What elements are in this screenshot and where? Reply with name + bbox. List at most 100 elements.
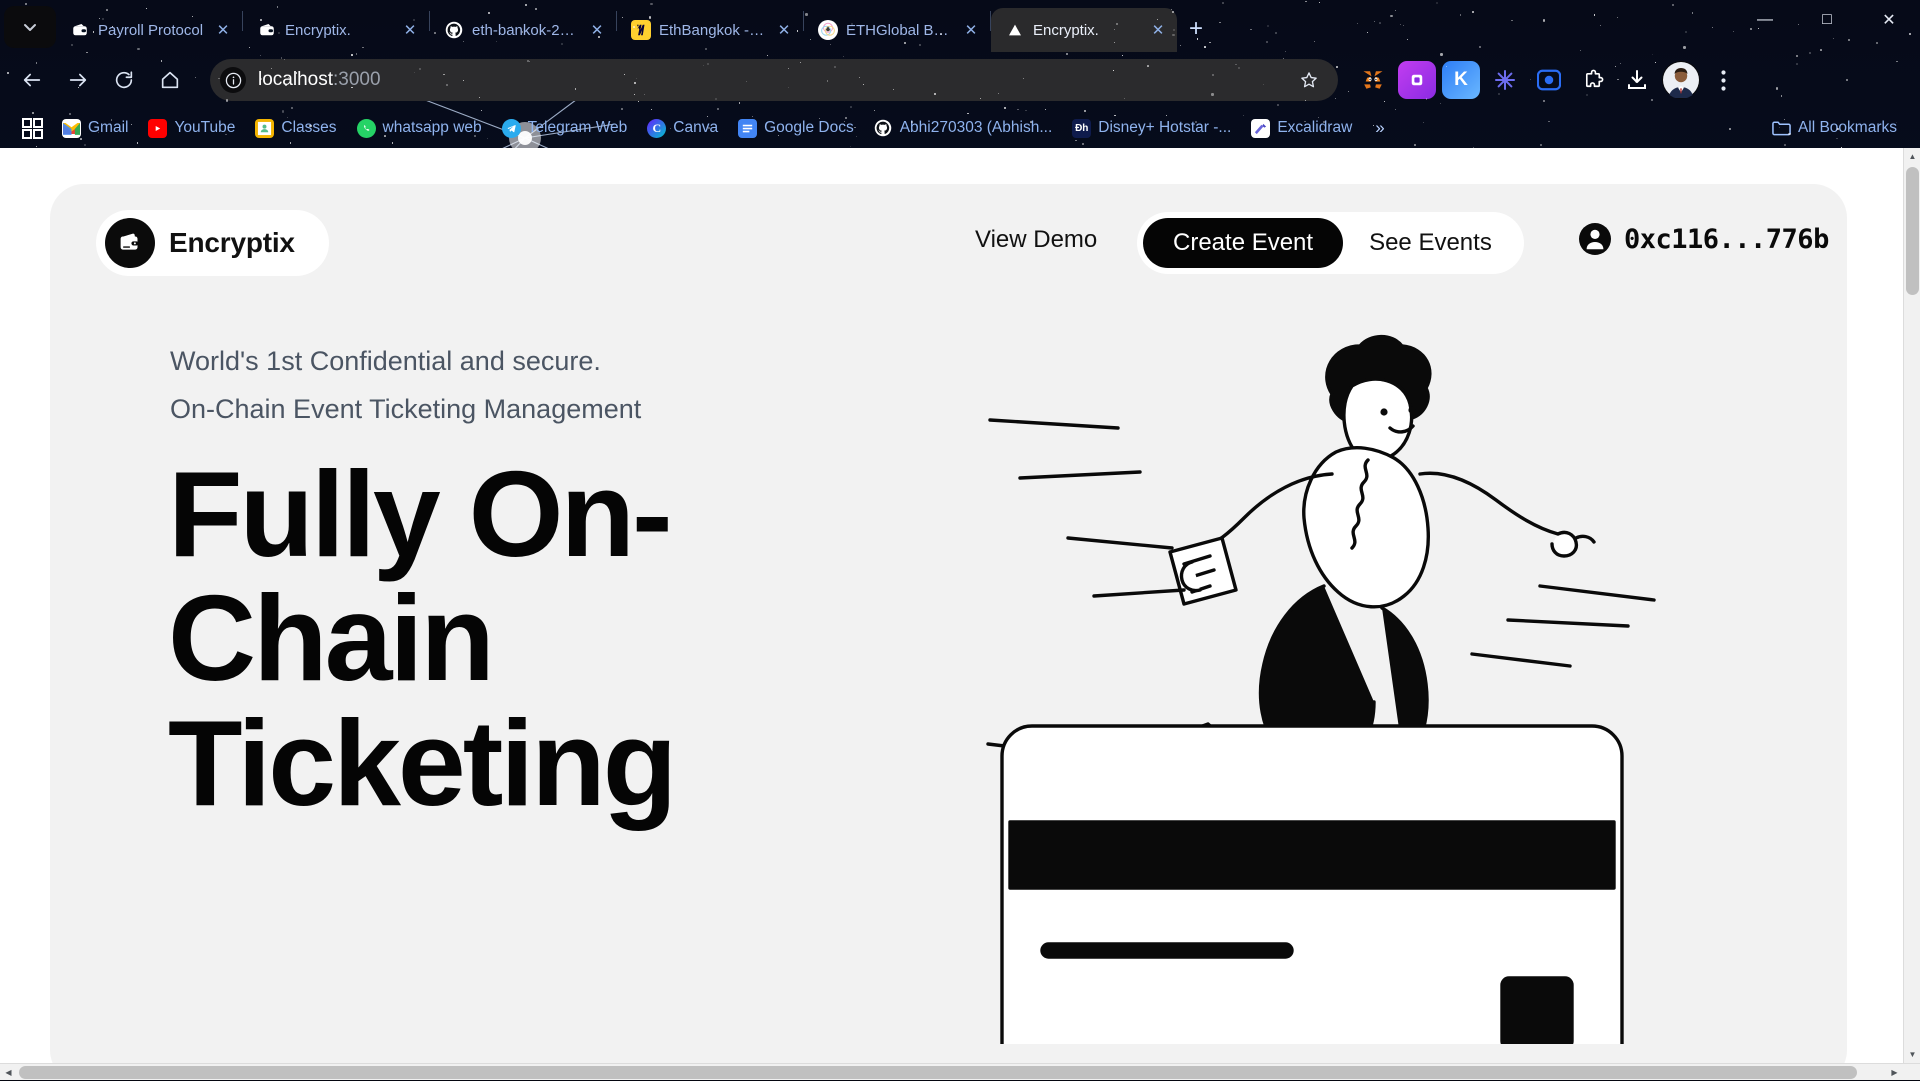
window-minimize-button[interactable]: — xyxy=(1734,0,1796,40)
url-text[interactable]: localhost:3000 xyxy=(258,69,1282,91)
tab-title: EthBangkok - Miro xyxy=(659,22,765,39)
tab-title: eth-bankok-2024 xyxy=(472,22,578,39)
apps-grid-icon xyxy=(22,118,43,139)
site-header: Encryptix View Demo Create Event See Eve… xyxy=(50,210,1847,284)
bookmark-gmail[interactable]: Gmail xyxy=(53,113,137,143)
scroll-right-arrow[interactable]: ▶ xyxy=(1886,1064,1903,1081)
nav-create-event-button[interactable]: Create Event xyxy=(1143,218,1343,268)
bookmark-telegram-web[interactable]: Telegram Web xyxy=(493,113,637,143)
bookmark-google-docs[interactable]: Google Docs xyxy=(729,113,863,143)
all-bookmarks-button[interactable]: All Bookmarks xyxy=(1763,113,1906,143)
new-tab-button[interactable]: + xyxy=(1177,10,1215,48)
phantom-wallet-extension-icon[interactable] xyxy=(1486,61,1524,99)
bookmark-excalidraw[interactable]: Excalidraw xyxy=(1242,113,1361,143)
profile-avatar[interactable] xyxy=(1662,61,1700,99)
window-maximize-button[interactable]: □ xyxy=(1796,0,1858,40)
tab-title: ETHGlobal Bangko xyxy=(846,22,952,39)
bookmark-star-icon[interactable] xyxy=(1294,65,1324,95)
bookmark-github-profile[interactable]: Abhi270303 (Abhish... xyxy=(865,113,1062,143)
horizontal-scrollbar[interactable]: ◀ ▶ xyxy=(0,1063,1920,1080)
browser-tab-ethglobal-bangkok[interactable]: ETHGlobal Bangko ✕ xyxy=(804,8,990,52)
github-icon xyxy=(874,119,893,138)
bookmark-canva[interactable]: C Canva xyxy=(638,113,727,143)
youtube-icon xyxy=(148,119,167,138)
forward-arrow-icon xyxy=(67,69,89,91)
bookmark-classes[interactable]: Classes xyxy=(246,113,345,143)
gmail-icon xyxy=(62,119,81,138)
folder-icon xyxy=(1772,119,1791,138)
window-close-button[interactable]: ✕ xyxy=(1858,0,1920,40)
tab-close-button[interactable]: ✕ xyxy=(1147,19,1169,41)
browser-tab-ethbangkok-miro[interactable]: EthBangkok - Miro ✕ xyxy=(617,8,803,52)
keplr-wallet-extension-icon[interactable]: K xyxy=(1442,61,1480,99)
excalidraw-icon xyxy=(1251,119,1270,138)
browser-tab-encryptix-1[interactable]: Encryptix. ✕ xyxy=(243,8,429,52)
bookmark-disney-hotstar[interactable]: Ðh Disney+ Hotstar -... xyxy=(1063,113,1240,143)
info-circle-icon[interactable] xyxy=(220,67,246,93)
tab-close-button[interactable]: ✕ xyxy=(586,19,608,41)
forward-button[interactable] xyxy=(58,60,98,100)
kebab-menu-icon xyxy=(1721,70,1726,91)
canva-icon: C xyxy=(647,119,666,138)
browser-tab-encryptix-active[interactable]: Encryptix. ✕ xyxy=(991,8,1177,52)
home-button[interactable] xyxy=(150,60,190,100)
bookmark-youtube[interactable]: YouTube xyxy=(139,113,244,143)
url-host: localhost xyxy=(258,69,333,90)
back-button[interactable] xyxy=(12,60,52,100)
tab-close-button[interactable]: ✕ xyxy=(212,19,234,41)
wallet-address-chip[interactable]: 0xc116...776b xyxy=(1578,222,1829,256)
browser-tab-eth-bankok-2024[interactable]: eth-bankok-2024 ✕ xyxy=(430,8,616,52)
nav-view-demo-link[interactable]: View Demo xyxy=(975,226,1097,254)
scroll-up-arrow[interactable]: ▲ xyxy=(1904,148,1920,165)
bookmark-label: Excalidraw xyxy=(1277,119,1352,137)
hotstar-icon: Ðh xyxy=(1072,119,1091,138)
back-arrow-icon xyxy=(21,69,43,91)
brand-logo-pill[interactable]: Encryptix xyxy=(96,210,329,276)
google-docs-icon xyxy=(738,119,757,138)
browser-menu-button[interactable] xyxy=(1706,61,1740,99)
vertical-scrollbar[interactable]: ▲ ▼ xyxy=(1903,148,1920,1063)
reload-button[interactable] xyxy=(104,60,144,100)
tab-search-button[interactable] xyxy=(4,6,56,48)
tab-close-button[interactable]: ✕ xyxy=(960,19,982,41)
scroll-down-arrow[interactable]: ▼ xyxy=(1904,1046,1920,1063)
nav-see-events-button[interactable]: See Events xyxy=(1343,218,1518,268)
apps-shortcut-button[interactable] xyxy=(14,113,51,143)
google-classroom-icon xyxy=(255,119,274,138)
loom-extension-icon[interactable] xyxy=(1530,61,1568,99)
bookmarks-overflow-button[interactable]: » xyxy=(1363,113,1396,143)
brand-name: Encryptix xyxy=(169,227,295,259)
hero-section: Encryptix View Demo Create Event See Eve… xyxy=(50,184,1847,1080)
bookmark-label: YouTube xyxy=(174,119,235,137)
encryptix-wallet-icon xyxy=(257,20,277,40)
encryptix-wallet-icon xyxy=(70,20,90,40)
vertical-scroll-thumb[interactable] xyxy=(1906,167,1919,295)
download-icon xyxy=(1625,68,1649,92)
horizontal-scroll-thumb[interactable] xyxy=(19,1066,1857,1079)
chevron-down-icon xyxy=(22,19,38,35)
metamask-extension-icon[interactable] xyxy=(1354,61,1392,99)
tab-title: Payroll Protocol xyxy=(98,22,204,39)
tab-title: Encryptix. xyxy=(1033,22,1139,39)
scroll-left-arrow[interactable]: ◀ xyxy=(0,1064,17,1081)
bookmark-label: whatsapp web xyxy=(383,119,482,137)
rainbow-wallet-extension-icon[interactable] xyxy=(1398,61,1436,99)
bookmark-whatsapp-web[interactable]: whatsapp web xyxy=(348,113,491,143)
vercel-triangle-icon xyxy=(1005,20,1025,40)
window-controls: — □ ✕ xyxy=(1734,0,1920,52)
tab-close-button[interactable]: ✕ xyxy=(399,19,421,41)
bookmark-label: Telegram Web xyxy=(528,119,628,137)
miro-icon xyxy=(631,20,651,40)
address-bar[interactable]: localhost:3000 xyxy=(210,59,1338,101)
github-icon xyxy=(444,20,464,40)
wallet-ticket-icon xyxy=(105,218,155,268)
downloads-button[interactable] xyxy=(1618,61,1656,99)
ethglobal-icon xyxy=(818,20,838,40)
home-icon xyxy=(159,69,181,91)
bookmark-label: Google Docs xyxy=(764,119,854,137)
tagline-line-2: On-Chain Event Ticketing Management xyxy=(170,394,641,425)
extensions-puzzle-icon[interactable] xyxy=(1574,61,1612,99)
browser-tab-payroll-protocol[interactable]: Payroll Protocol ✕ xyxy=(56,8,242,52)
browser-window: Payroll Protocol ✕ Encryptix. ✕ eth-bank… xyxy=(0,0,1920,1080)
tab-close-button[interactable]: ✕ xyxy=(773,19,795,41)
